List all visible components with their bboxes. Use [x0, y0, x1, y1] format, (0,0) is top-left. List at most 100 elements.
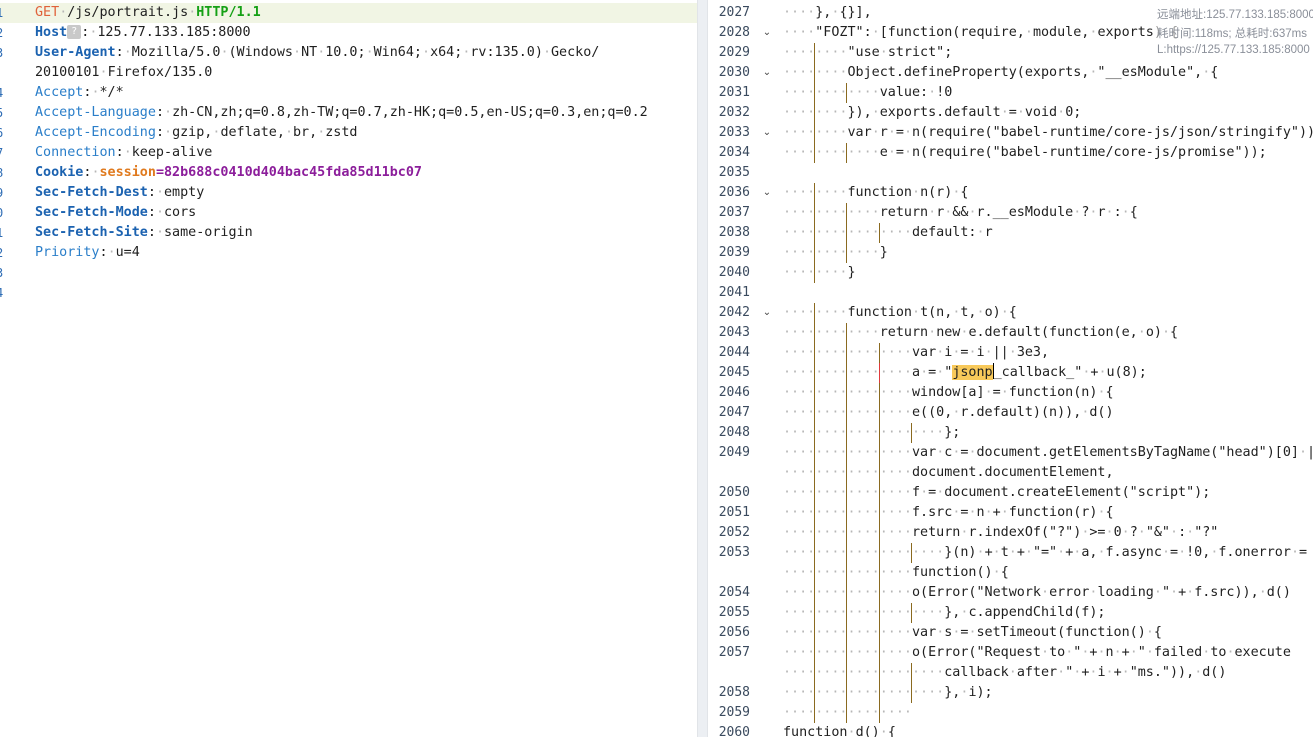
indent-guide: [878, 343, 880, 363]
code-line[interactable]: 2047 ················e((0,·r.default)(n))…: [708, 403, 1313, 423]
http-version: HTTP/1.1: [196, 5, 261, 20]
code-text: ················: [783, 705, 912, 720]
indent-guide: [878, 663, 880, 683]
code-text: ····"FOZT":·[function(require,·module,·e…: [783, 25, 1178, 40]
fold-chevron-icon[interactable]: ⌄: [761, 187, 773, 199]
code-line[interactable]: ····················callback·after·"·+·i…: [708, 663, 1313, 683]
line-number: 0: [0, 203, 6, 223]
code-line[interactable]: 2051 ················f.src·=·n·+·function…: [708, 503, 1313, 523]
code-line[interactable]: 2053 ····················}(n)·+·t·+·"="·+…: [708, 543, 1313, 563]
header-name: Accept-Encoding: [35, 125, 156, 140]
request-line[interactable]: 8 Cookie:·session=82b688c0410d404bac45fda…: [0, 163, 697, 183]
request-pane[interactable]: 1GET·/js/portrait.js·HTTP/1.12Host?:·125…: [0, 0, 697, 737]
code-line[interactable]: 2036 ⌄ ········function·n(r)·{: [708, 183, 1313, 203]
code-line[interactable]: 2045 ················a·=·"jsonp_callback_…: [708, 363, 1313, 383]
indent-guide: [813, 443, 815, 463]
request-line[interactable]: 2 Priority:·u=4: [0, 243, 697, 263]
help-icon[interactable]: ?: [67, 25, 82, 39]
code-line[interactable]: 2040 ········}: [708, 263, 1313, 283]
indent-guide: [813, 183, 815, 203]
code-line[interactable]: 2037 ············return·r·&&·r.__esModule…: [708, 203, 1313, 223]
line-number: 2037: [718, 205, 750, 220]
request-line[interactable]: 4: [0, 283, 697, 303]
remote-address-text: 远端地址:125.77.133.185:8000: [1157, 9, 1313, 21]
indent-guide: [878, 443, 880, 463]
indent-guide: [846, 543, 848, 563]
header-value: :·cors: [147, 205, 197, 220]
request-line[interactable]: 4 Accept:·*/*: [0, 83, 697, 103]
code-editor-pane[interactable]: 2027 ····},·{}], 2028 ⌄ ····"FOZT":·[functio…: [708, 0, 1313, 737]
code-line[interactable]: 2055 ····················},·c.appendChild…: [708, 603, 1313, 623]
fold-chevron-icon[interactable]: ⌄: [761, 127, 773, 139]
code-line[interactable]: ················document.documentElement…: [708, 463, 1313, 483]
code-line[interactable]: 2035: [708, 163, 1313, 183]
indent-guide: [813, 263, 815, 283]
code-line[interactable]: 2030 ⌄ ········Object.defineProperty(expor…: [708, 63, 1313, 83]
request-line-text: Sec-Fetch-Site:·same-origin: [35, 223, 253, 243]
request-line-text: Host?:·125.77.133.185:8000: [35, 23, 251, 43]
line-number: 2050: [718, 485, 750, 500]
header-name: User-Agent: [35, 45, 116, 60]
code-line[interactable]: 2032 ········}),·exports.default·=·void·0…: [708, 103, 1313, 123]
request-line[interactable]: 3: [0, 263, 697, 283]
code-line[interactable]: 2057 ················o(Error("Request·to·…: [708, 643, 1313, 663]
code-line[interactable]: 2043 ············return·new·e.default(fun…: [708, 323, 1313, 343]
request-line[interactable]: 6 Accept-Encoding:·gzip,·deflate,·br,·zst…: [0, 123, 697, 143]
code-line[interactable]: 2034 ············e·=·n(require("babel-run…: [708, 143, 1313, 163]
connection-info-overlay: 远端地址:125.77.133.185:8000 耗时间:118ms; 总耗时:…: [1153, 0, 1313, 64]
code-line[interactable]: 2052 ················return·r.indexOf("?"…: [708, 523, 1313, 543]
indent-guide: [846, 243, 848, 263]
code-line[interactable]: 2031 ············value:·!0: [708, 83, 1313, 103]
request-line-text: Connection:·keep-alive: [35, 143, 212, 163]
header-value: session: [99, 165, 156, 180]
indent-guide: [846, 323, 848, 343]
indent-guide: [813, 383, 815, 403]
code-line[interactable]: 2033 ⌄ ········var·r·=·n(require("babel-ru…: [708, 123, 1313, 143]
pane-splitter[interactable]: [697, 0, 708, 737]
indent-guide: [813, 303, 815, 323]
code-line[interactable]: 2044 ················var·i·=·i·||·3e3,: [708, 343, 1313, 363]
fold-chevron-icon[interactable]: ⌄: [761, 307, 773, 319]
request-line[interactable]: 9 Sec-Fetch-Dest:·empty: [0, 183, 697, 203]
request-line[interactable]: 5 Accept-Language:·zh-CN,zh;q=0.8,zh-TW;q…: [0, 103, 697, 123]
request-line-text: Accept-Encoding:·gzip,·deflate,·br,·zstd: [35, 123, 358, 143]
indent-guide: [846, 363, 848, 383]
code-line[interactable]: 2042 ⌄ ········function·t(n,·t,·o)·{: [708, 303, 1313, 323]
search-highlight: jsonp: [952, 365, 993, 380]
indent-guide: [878, 703, 880, 723]
code-line[interactable]: 2058 ····················},·i);: [708, 683, 1313, 703]
code-line[interactable]: ················function()·{: [708, 563, 1313, 583]
code-line[interactable]: 2048 ····················};: [708, 423, 1313, 443]
request-line[interactable]: 3 User-Agent:·Mozilla/5.0·(Windows·NT·10.…: [0, 43, 697, 63]
indent-guide: [878, 683, 880, 703]
code-line[interactable]: 2039 ············}: [708, 243, 1313, 263]
fold-chevron-icon[interactable]: ⌄: [761, 67, 773, 79]
code-line[interactable]: 2059 ················: [708, 703, 1313, 723]
line-number: 2048: [718, 425, 750, 440]
request-line[interactable]: 2 Host?:·125.77.133.185:8000: [0, 23, 697, 43]
line-number: 2054: [718, 585, 750, 600]
request-line[interactable]: 1 Sec-Fetch-Site:·same-origin: [0, 223, 697, 243]
indent-guide: [846, 423, 848, 443]
code-line[interactable]: 2041: [708, 283, 1313, 303]
line-number: 2035: [718, 165, 750, 180]
code-line[interactable]: 2049 ················var·c·=·document.get…: [708, 443, 1313, 463]
code-line[interactable]: 2056 ················var·s·=·setTimeout(f…: [708, 623, 1313, 643]
line-number: 2051: [718, 505, 750, 520]
header-name: Accept-Language: [35, 105, 156, 120]
indent-guide: [878, 383, 880, 403]
code-line[interactable]: 2060 function·d()·{: [708, 723, 1313, 737]
indent-guide: [846, 523, 848, 543]
request-line[interactable]: 20100101·Firefox/135.0: [0, 63, 697, 83]
header-value: :·zh-CN,zh;q=0.8,zh-TW;q=0.7,zh-HK;q=0.5…: [155, 105, 648, 120]
fold-chevron-icon[interactable]: ⌄: [761, 27, 773, 39]
request-line[interactable]: 1 GET·/js/portrait.js·HTTP/1.1: [0, 3, 697, 23]
request-line[interactable]: 7 Connection:·keep-alive: [0, 143, 697, 163]
indent-guide: [813, 123, 815, 143]
code-line[interactable]: 2038 ················default:·r: [708, 223, 1313, 243]
code-line[interactable]: 2046 ················window[a]·=·function…: [708, 383, 1313, 403]
code-line[interactable]: 2054 ················o(Error("Network·err…: [708, 583, 1313, 603]
code-line[interactable]: 2050 ················f·=·document.createE…: [708, 483, 1313, 503]
request-line[interactable]: 0 Sec-Fetch-Mode:·cors: [0, 203, 697, 223]
header-value: ·/js/portrait.js·: [59, 5, 197, 20]
